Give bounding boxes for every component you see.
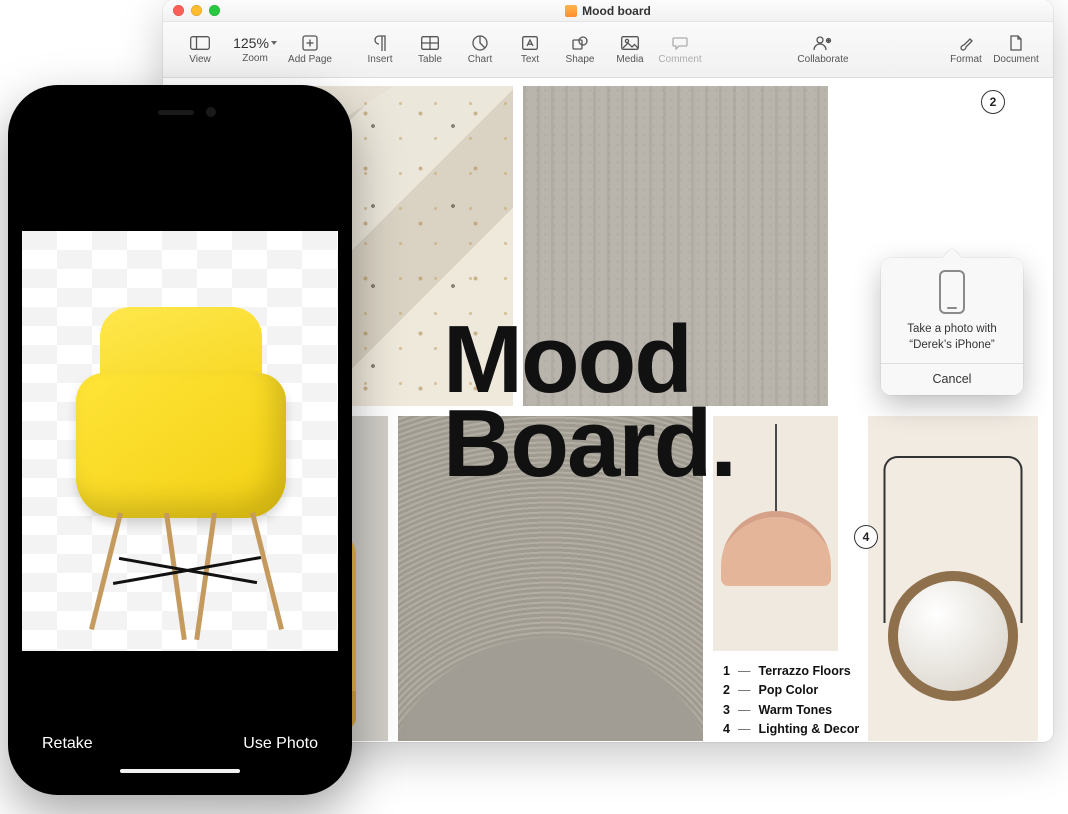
zoom-value: 125% xyxy=(233,35,269,51)
text-button[interactable]: Text xyxy=(505,28,555,72)
comment-icon xyxy=(670,34,690,52)
paragraph-icon xyxy=(370,34,390,52)
zoom-window-button[interactable] xyxy=(209,5,220,16)
text-box-icon xyxy=(520,34,540,52)
zoom-label: Zoom xyxy=(242,54,268,64)
legend-item: 1—Terrazzo Floors xyxy=(716,662,859,681)
window-title: Mood board xyxy=(582,4,651,18)
paintbrush-icon xyxy=(956,34,976,52)
callout-2: 2 xyxy=(981,90,1005,114)
chevron-down-icon xyxy=(271,41,277,45)
traffic-lights xyxy=(173,5,220,16)
document-button[interactable]: Document xyxy=(991,28,1041,72)
iphone-screen: Retake Use Photo xyxy=(22,99,338,781)
camera-photo-preview xyxy=(22,231,338,651)
table-button[interactable]: Table xyxy=(405,28,455,72)
iphone-notch xyxy=(100,99,260,127)
view-label: View xyxy=(189,55,211,65)
collaborate-button[interactable]: Collaborate xyxy=(788,28,858,72)
media-button[interactable]: Media xyxy=(605,28,655,72)
legend-item: 2—Pop Color xyxy=(716,681,859,700)
callout-4: 4 xyxy=(854,525,878,549)
document-icon xyxy=(565,5,577,17)
camera-action-bar: Retake Use Photo xyxy=(22,735,338,753)
zoom-control[interactable]: 125% Zoom xyxy=(225,28,285,72)
view-button[interactable]: View xyxy=(175,28,225,72)
pie-chart-icon xyxy=(470,34,490,52)
add-page-icon xyxy=(300,34,320,52)
chair-leg xyxy=(89,512,123,630)
tile-mirror xyxy=(868,416,1038,741)
collaborate-icon xyxy=(813,34,833,52)
shape-button[interactable]: Shape xyxy=(555,28,605,72)
insert-button[interactable]: Insert xyxy=(355,28,405,72)
popover-message: Take a photo with “Derek’s iPhone” xyxy=(889,322,1015,353)
table-icon xyxy=(420,34,440,52)
legend-item: 4—Lighting & Decor xyxy=(716,720,859,739)
chart-button[interactable]: Chart xyxy=(455,28,505,72)
use-photo-button[interactable]: Use Photo xyxy=(243,735,318,753)
iphone-device: Retake Use Photo xyxy=(8,85,352,795)
continuity-camera-popover: Take a photo with “Derek’s iPhone” Cance… xyxy=(881,258,1023,395)
format-button[interactable]: Format xyxy=(941,28,991,72)
document-icon xyxy=(1006,34,1026,52)
retake-button[interactable]: Retake xyxy=(42,735,93,753)
close-window-button[interactable] xyxy=(173,5,184,16)
popover-cancel-button[interactable]: Cancel xyxy=(881,363,1023,395)
phone-outline-icon xyxy=(939,270,965,314)
home-indicator[interactable] xyxy=(120,769,240,773)
shape-icon xyxy=(570,34,590,52)
chair-leg xyxy=(250,512,284,630)
minimize-window-button[interactable] xyxy=(191,5,202,16)
sidebar-icon xyxy=(190,34,210,52)
toolbar: View 125% Zoom Add Page Insert xyxy=(163,22,1053,78)
legend-item: 3—Warm Tones xyxy=(716,701,859,720)
add-page-button[interactable]: Add Page xyxy=(285,28,335,72)
comment-button[interactable]: Comment xyxy=(655,28,705,72)
window-titlebar[interactable]: Mood board xyxy=(163,0,1053,22)
legend: 1—Terrazzo Floors 2—Pop Color 3—Warm Ton… xyxy=(716,662,859,740)
add-page-label: Add Page xyxy=(288,55,332,65)
media-icon xyxy=(620,34,640,52)
chair-seat xyxy=(76,373,286,518)
mood-board-title: Mood Board. xyxy=(443,318,735,487)
chair-leg xyxy=(164,513,187,640)
